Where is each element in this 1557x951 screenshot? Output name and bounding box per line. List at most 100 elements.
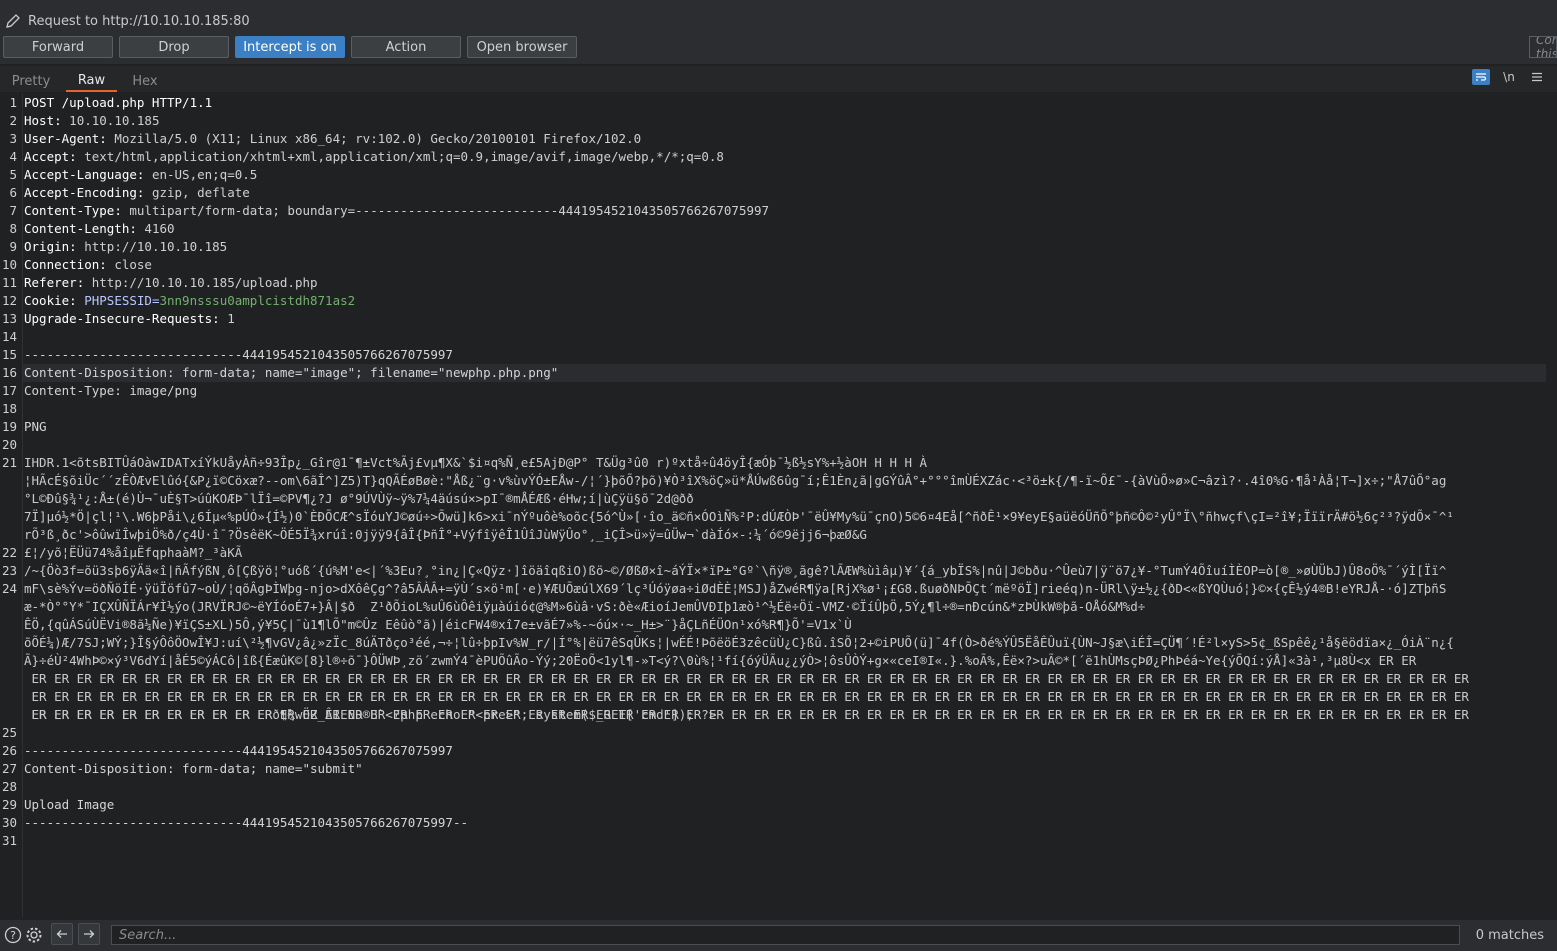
drop-button[interactable]: Drop <box>119 36 229 58</box>
line-number: 19 <box>1 419 17 434</box>
line-gutter: 1 2 3 4 5 6 7 8 9 10 11 12 13 14 15 16 1… <box>0 93 23 917</box>
cookie-name: PHPSESSID= <box>84 293 160 308</box>
line-number: 4 <box>9 149 17 164</box>
header-key: Accept-Encoding <box>24 185 137 200</box>
arrow-right-icon <box>84 930 95 938</box>
line-number: 25 <box>1 725 17 740</box>
forward-button[interactable]: Forward <box>3 36 113 58</box>
request-line: POST /upload.php HTTP/1.1 <box>24 95 213 110</box>
header-key: Content-Length <box>24 221 130 236</box>
tab-raw[interactable]: Raw <box>66 70 117 92</box>
line-number: 13 <box>1 311 17 326</box>
header-value: text/html,application/xhtml+xml,applicat… <box>84 149 724 164</box>
header-value: 1 <box>227 311 235 326</box>
line-number: 14 <box>1 329 17 344</box>
header-key: Upgrade-Insecure-Requests <box>24 311 213 326</box>
header-key: Host <box>24 113 55 128</box>
wrap-lines-icon[interactable] <box>1472 69 1490 85</box>
tab-pretty[interactable]: Pretty <box>4 70 58 92</box>
tab-hex[interactable]: Hex <box>124 70 166 92</box>
binary-line: IHDR.1<õtsBITÛáOàwIDATxíÝkUåyÀñ÷93Îp¿_Gî… <box>24 455 928 470</box>
line-number: 7 <box>9 203 17 218</box>
search-bar: ? Search... 0 matches <box>0 920 1557 951</box>
line-number: 12 <box>1 293 17 308</box>
header-line: Connection: close <box>24 257 152 272</box>
line-number: 24 <box>1 581 17 596</box>
binary-line: ¦HÃcÉ§õiÜc´´zÊÒÆvElûó{&P¿ï©Cöxæ?--om\6ãÎ… <box>24 473 1447 488</box>
php-payload-line: ER ER ER ER ER ER ER ER ER ER ERð¶¾wÖZ_Â… <box>24 707 717 722</box>
header-line: Content-Type: multipart/form-data; bound… <box>24 203 770 218</box>
previous-match-button[interactable] <box>51 923 73 945</box>
header-value: http://10.10.10.185 <box>84 239 228 254</box>
binary-line: mF\sè%Ýv=öðÑöÍÉ·ÿüÏöfû7~oÙ/¦qõÂgÞÌWþg-nj… <box>24 581 1447 596</box>
help-glyph: ? <box>4 926 22 944</box>
request-target: Request to http://10.10.10.185:80 <box>28 13 250 29</box>
header-value: http://10.10.10.185/upload.php <box>91 275 318 290</box>
header-line: Accept-Language: en-US,en;q=0.5 <box>24 167 258 182</box>
line-number: 8 <box>9 221 17 236</box>
form-value-line: Upload Image <box>24 797 115 812</box>
line-number: 28 <box>1 779 17 794</box>
comment-input[interactable]: Comment this item <box>1529 36 1557 58</box>
line-number: 5 <box>9 167 17 182</box>
header-line: Upgrade-Insecure-Requests: 1 <box>24 311 235 326</box>
intercept-header: Request to http://10.10.10.185:80 Forwar… <box>0 0 1557 64</box>
header-value: close <box>114 257 152 272</box>
newline-toggle-icon[interactable]: \n <box>1500 69 1518 85</box>
request-editor[interactable]: 1 2 3 4 5 6 7 8 9 10 11 12 13 14 15 16 1… <box>0 93 1557 937</box>
open-browser-button[interactable]: Open browser <box>467 36 577 58</box>
line-number: 15 <box>1 347 17 362</box>
header-value: gzip, deflate <box>151 185 250 200</box>
boundary-line: -----------------------------44419545210… <box>24 347 453 362</box>
header-key: Cookie <box>24 293 70 308</box>
line-number: 17 <box>1 383 17 398</box>
header-key: Origin <box>24 239 70 254</box>
search-input[interactable]: Search... <box>111 925 1460 945</box>
request-info: Request to http://10.10.10.185:80 <box>4 12 250 30</box>
match-count: 0 matches <box>1475 928 1544 943</box>
comment-placeholder: Comment this item <box>1536 36 1557 58</box>
menu-icon[interactable] <box>1528 69 1546 85</box>
line-number: 1 <box>9 95 17 110</box>
intercept-toggle-button[interactable]: Intercept is on <box>235 36 345 58</box>
help-icon[interactable]: ? <box>4 926 22 944</box>
line-number: 3 <box>9 131 17 146</box>
binary-line: õÕÉ¼)Æ/7SJ;WÝ;}Î§ýÔôÖOwÎ¥J:uí\²½¶vGV¿â¿»… <box>24 635 1454 650</box>
line-number: 23 <box>1 563 17 578</box>
header-key: Accept-Language <box>24 167 137 182</box>
binary-line: æ-*Ò°°Y*¯IÇXÛÑÏÁr¥Ì½ýo(JRVÏRJ©~ëYÍóoÉ7+}… <box>24 599 1146 614</box>
cookie-line: Cookie: PHPSESSID=3nn9nsssu0amplcistdh87… <box>24 293 356 308</box>
binary-line: Ã}÷éÙ²4WhÞ©×ý³V6dYí|åÉ5©ýÁCô|îß{ÉæûK©[8}… <box>24 653 1417 668</box>
binary-line: 7Ï]µó½*Ö|çl¦¹\.W6þPåi\¿6Íµ«%pÚÓ»{Í½)0`ÈÐ… <box>24 509 1454 524</box>
hamburger-glyph <box>1532 72 1542 82</box>
binary-line: £¦/yõ¦ËÜü74%åîµËfqphaàM?_³àKÃ <box>24 545 243 560</box>
header-key: Accept <box>24 149 70 164</box>
line-number: 30 <box>1 815 17 830</box>
header-key: Referer <box>24 275 77 290</box>
header-key: User-Agent <box>24 131 100 146</box>
header-line: Accept: text/html,application/xhtml+xml,… <box>24 149 724 164</box>
wrap-lines-glyph <box>1476 73 1487 81</box>
line-number: 26 <box>1 743 17 758</box>
line-number: 9 <box>9 239 17 254</box>
header-value: en-US,en;q=0.5 <box>151 167 258 182</box>
header-line: Host: 10.10.10.185 <box>24 113 160 128</box>
line-number: 21 <box>1 455 17 470</box>
line-number: 27 <box>1 761 17 776</box>
header-line: Origin: http://10.10.10.185 <box>24 239 228 254</box>
boundary-end-line: -----------------------------44419545210… <box>24 815 469 830</box>
line-number: 6 <box>9 185 17 200</box>
header-key: Content-Type <box>24 203 115 218</box>
gear-icon[interactable] <box>25 926 43 944</box>
header-value: multipart/form-data; boundary=----------… <box>129 203 770 218</box>
line-number: 10 <box>1 257 17 272</box>
gear-glyph <box>26 927 42 943</box>
action-button[interactable]: Action <box>351 36 461 58</box>
search-placeholder: Search... <box>119 927 177 943</box>
next-match-button[interactable] <box>78 923 100 945</box>
binary-line: ER ER ER ER ER ER ER ER ER ER ER ER ER E… <box>24 671 1469 686</box>
pencil-icon <box>6 14 20 28</box>
header-line: Content-Length: 4160 <box>24 221 175 236</box>
line-number: 11 <box>1 275 17 290</box>
binary-line: ER ER ER ER ER ER ER ER ER ER ER ER ER E… <box>24 689 1469 704</box>
